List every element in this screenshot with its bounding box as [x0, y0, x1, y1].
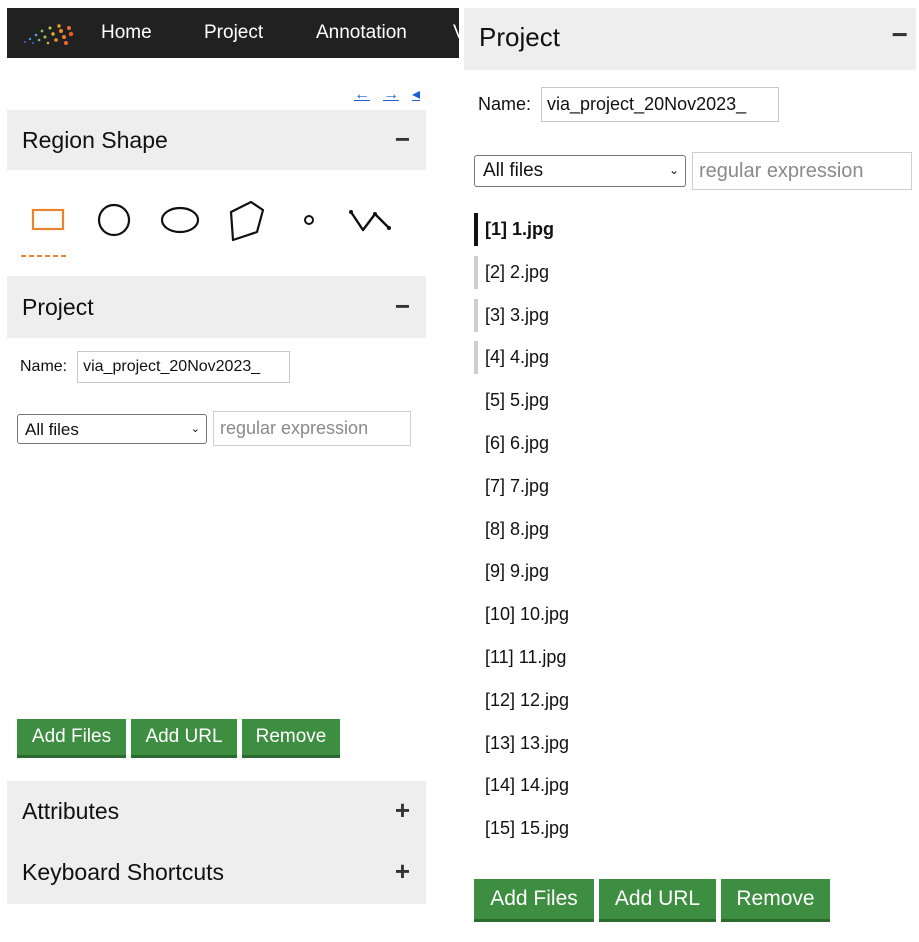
- project-name-input[interactable]: [541, 87, 780, 122]
- nav-view[interactable]: View: [453, 21, 459, 45]
- file-list-item[interactable]: [15] 15.jpg: [474, 807, 774, 850]
- region-shape-toolbar: [7, 170, 426, 280]
- project-header[interactable]: Project −: [7, 276, 426, 338]
- collapse-toggle-icon[interactable]: −: [395, 293, 410, 319]
- left-panel-screenshot: Home Project Annotation View ← → ◂ Regio…: [7, 8, 459, 908]
- add-files-button[interactable]: Add Files: [17, 719, 126, 758]
- file-list-item[interactable]: [8] 8.jpg: [474, 508, 774, 551]
- file-list-item[interactable]: [13] 13.jpg: [474, 722, 774, 765]
- attributes-title: Attributes: [22, 798, 120, 824]
- collapse-toggle-icon[interactable]: −: [395, 126, 410, 152]
- file-list-item[interactable]: [11] 11.jpg: [474, 636, 774, 679]
- file-filter-selected-value: All files: [25, 419, 79, 439]
- nav-project[interactable]: Project: [204, 21, 263, 45]
- add-url-button[interactable]: Add URL: [131, 719, 237, 758]
- project-name-label: Name:: [20, 358, 68, 375]
- region-shape-header[interactable]: Region Shape −: [7, 110, 426, 170]
- collapsed-sections: Attributes + Keyboard Shortcuts +: [7, 781, 426, 904]
- project-name-input[interactable]: [77, 351, 291, 383]
- remove-button[interactable]: Remove: [721, 879, 830, 922]
- file-name: [11] 11.jpg: [485, 646, 567, 667]
- file-name: [2] 2.jpg: [485, 261, 550, 282]
- file-name: [4] 4.jpg: [485, 347, 550, 368]
- file-name: [1] 1.jpg: [485, 219, 555, 239]
- file-name: [13] 13.jpg: [485, 732, 570, 753]
- file-name: [15] 15.jpg: [485, 818, 570, 839]
- file-list-item[interactable]: [5] 5.jpg: [474, 379, 774, 422]
- file-list-item[interactable]: [2] 2.jpg: [474, 251, 774, 294]
- keyboard-shortcuts-header[interactable]: Keyboard Shortcuts +: [7, 842, 426, 902]
- file-list-item[interactable]: [14] 14.jpg: [474, 764, 774, 807]
- file-name: [10] 10.jpg: [485, 604, 570, 625]
- file-name: [8] 8.jpg: [485, 518, 550, 539]
- file-list-item[interactable]: [7] 7.jpg: [474, 465, 774, 508]
- file-filter-select[interactable]: All files ⌄: [474, 155, 686, 187]
- nav-annotation[interactable]: Annotation: [316, 21, 407, 45]
- project-name-row: Name:: [478, 87, 780, 122]
- chevron-down-icon: ⌄: [668, 163, 679, 177]
- keyboard-shortcuts-title: Keyboard Shortcuts: [22, 859, 225, 885]
- file-name: [9] 9.jpg: [485, 561, 550, 582]
- chevron-down-icon: ⌄: [190, 422, 200, 435]
- remove-button[interactable]: Remove: [242, 719, 340, 758]
- project-buttons: Add Files Add URL Remove: [474, 879, 830, 922]
- file-name: [7] 7.jpg: [485, 475, 550, 496]
- shrink-left-arrow-icon[interactable]: ←: [354, 87, 370, 103]
- nav-home[interactable]: Home: [101, 21, 152, 45]
- file-name: [14] 14.jpg: [485, 775, 570, 796]
- add-url-button[interactable]: Add URL: [599, 879, 716, 922]
- ellipse-icon[interactable]: [159, 200, 201, 240]
- file-list-item[interactable]: [9] 9.jpg: [474, 550, 774, 593]
- add-files-button[interactable]: Add Files: [474, 879, 594, 922]
- rectangle-icon[interactable]: [21, 200, 69, 270]
- polyline-icon[interactable]: [347, 204, 393, 238]
- expand-toggle-icon[interactable]: +: [395, 797, 410, 823]
- file-list-item[interactable]: [1] 1.jpg: [474, 208, 774, 251]
- project-name-label: Name:: [478, 94, 532, 114]
- panel-width-controls: ← → ◂: [354, 87, 420, 103]
- file-list-item[interactable]: [4] 4.jpg: [474, 336, 774, 379]
- file-name: [3] 3.jpg: [485, 304, 550, 325]
- file-name: [6] 6.jpg: [485, 432, 550, 453]
- polygon-icon[interactable]: [223, 198, 267, 244]
- file-list-item[interactable]: [3] 3.jpg: [474, 294, 774, 337]
- collapse-toggle-icon[interactable]: −: [892, 21, 908, 49]
- file-name: [5] 5.jpg: [485, 390, 550, 411]
- point-icon[interactable]: [299, 210, 319, 230]
- collapse-panel-icon[interactable]: ◂: [412, 87, 420, 103]
- expand-right-arrow-icon[interactable]: →: [383, 87, 399, 103]
- attributes-header[interactable]: Attributes +: [7, 781, 426, 841]
- project-name-row: Name:: [20, 351, 291, 383]
- circle-icon[interactable]: [96, 200, 132, 240]
- region-shape-title: Region Shape: [22, 127, 168, 153]
- file-list: [1] 1.jpg [2] 2.jpg [3] 3.jpg [4] 4.jpg …: [474, 208, 774, 850]
- file-list-item[interactable]: [10] 10.jpg: [474, 593, 774, 636]
- regex-filter-input[interactable]: [213, 411, 411, 446]
- project-title: Project: [22, 294, 94, 320]
- project-header[interactable]: Project −: [464, 8, 916, 70]
- file-list-item[interactable]: [12] 12.jpg: [474, 679, 774, 722]
- right-panel-screenshot: Project − Name: All files ⌄ [1] 1.jpg [2…: [464, 8, 916, 938]
- file-filter-row: All files ⌄: [17, 411, 411, 446]
- file-list-item[interactable]: [6] 6.jpg: [474, 422, 774, 465]
- project-buttons: Add Files Add URL Remove: [17, 719, 340, 758]
- file-name: [12] 12.jpg: [485, 689, 570, 710]
- top-navigation-bar: Home Project Annotation View: [7, 8, 459, 58]
- project-title: Project: [479, 22, 560, 52]
- selection-bar: [474, 298, 478, 332]
- via-logo-icon: [24, 24, 74, 45]
- regex-filter-input[interactable]: [692, 152, 912, 190]
- file-filter-selected-value: All files: [483, 160, 544, 181]
- selection-bar: [474, 255, 478, 289]
- selection-bar: [474, 341, 478, 375]
- selection-bar: [474, 213, 478, 246]
- file-filter-select[interactable]: All files ⌄: [17, 413, 207, 444]
- file-filter-row: All files ⌄: [474, 152, 912, 190]
- expand-toggle-icon[interactable]: +: [395, 858, 410, 884]
